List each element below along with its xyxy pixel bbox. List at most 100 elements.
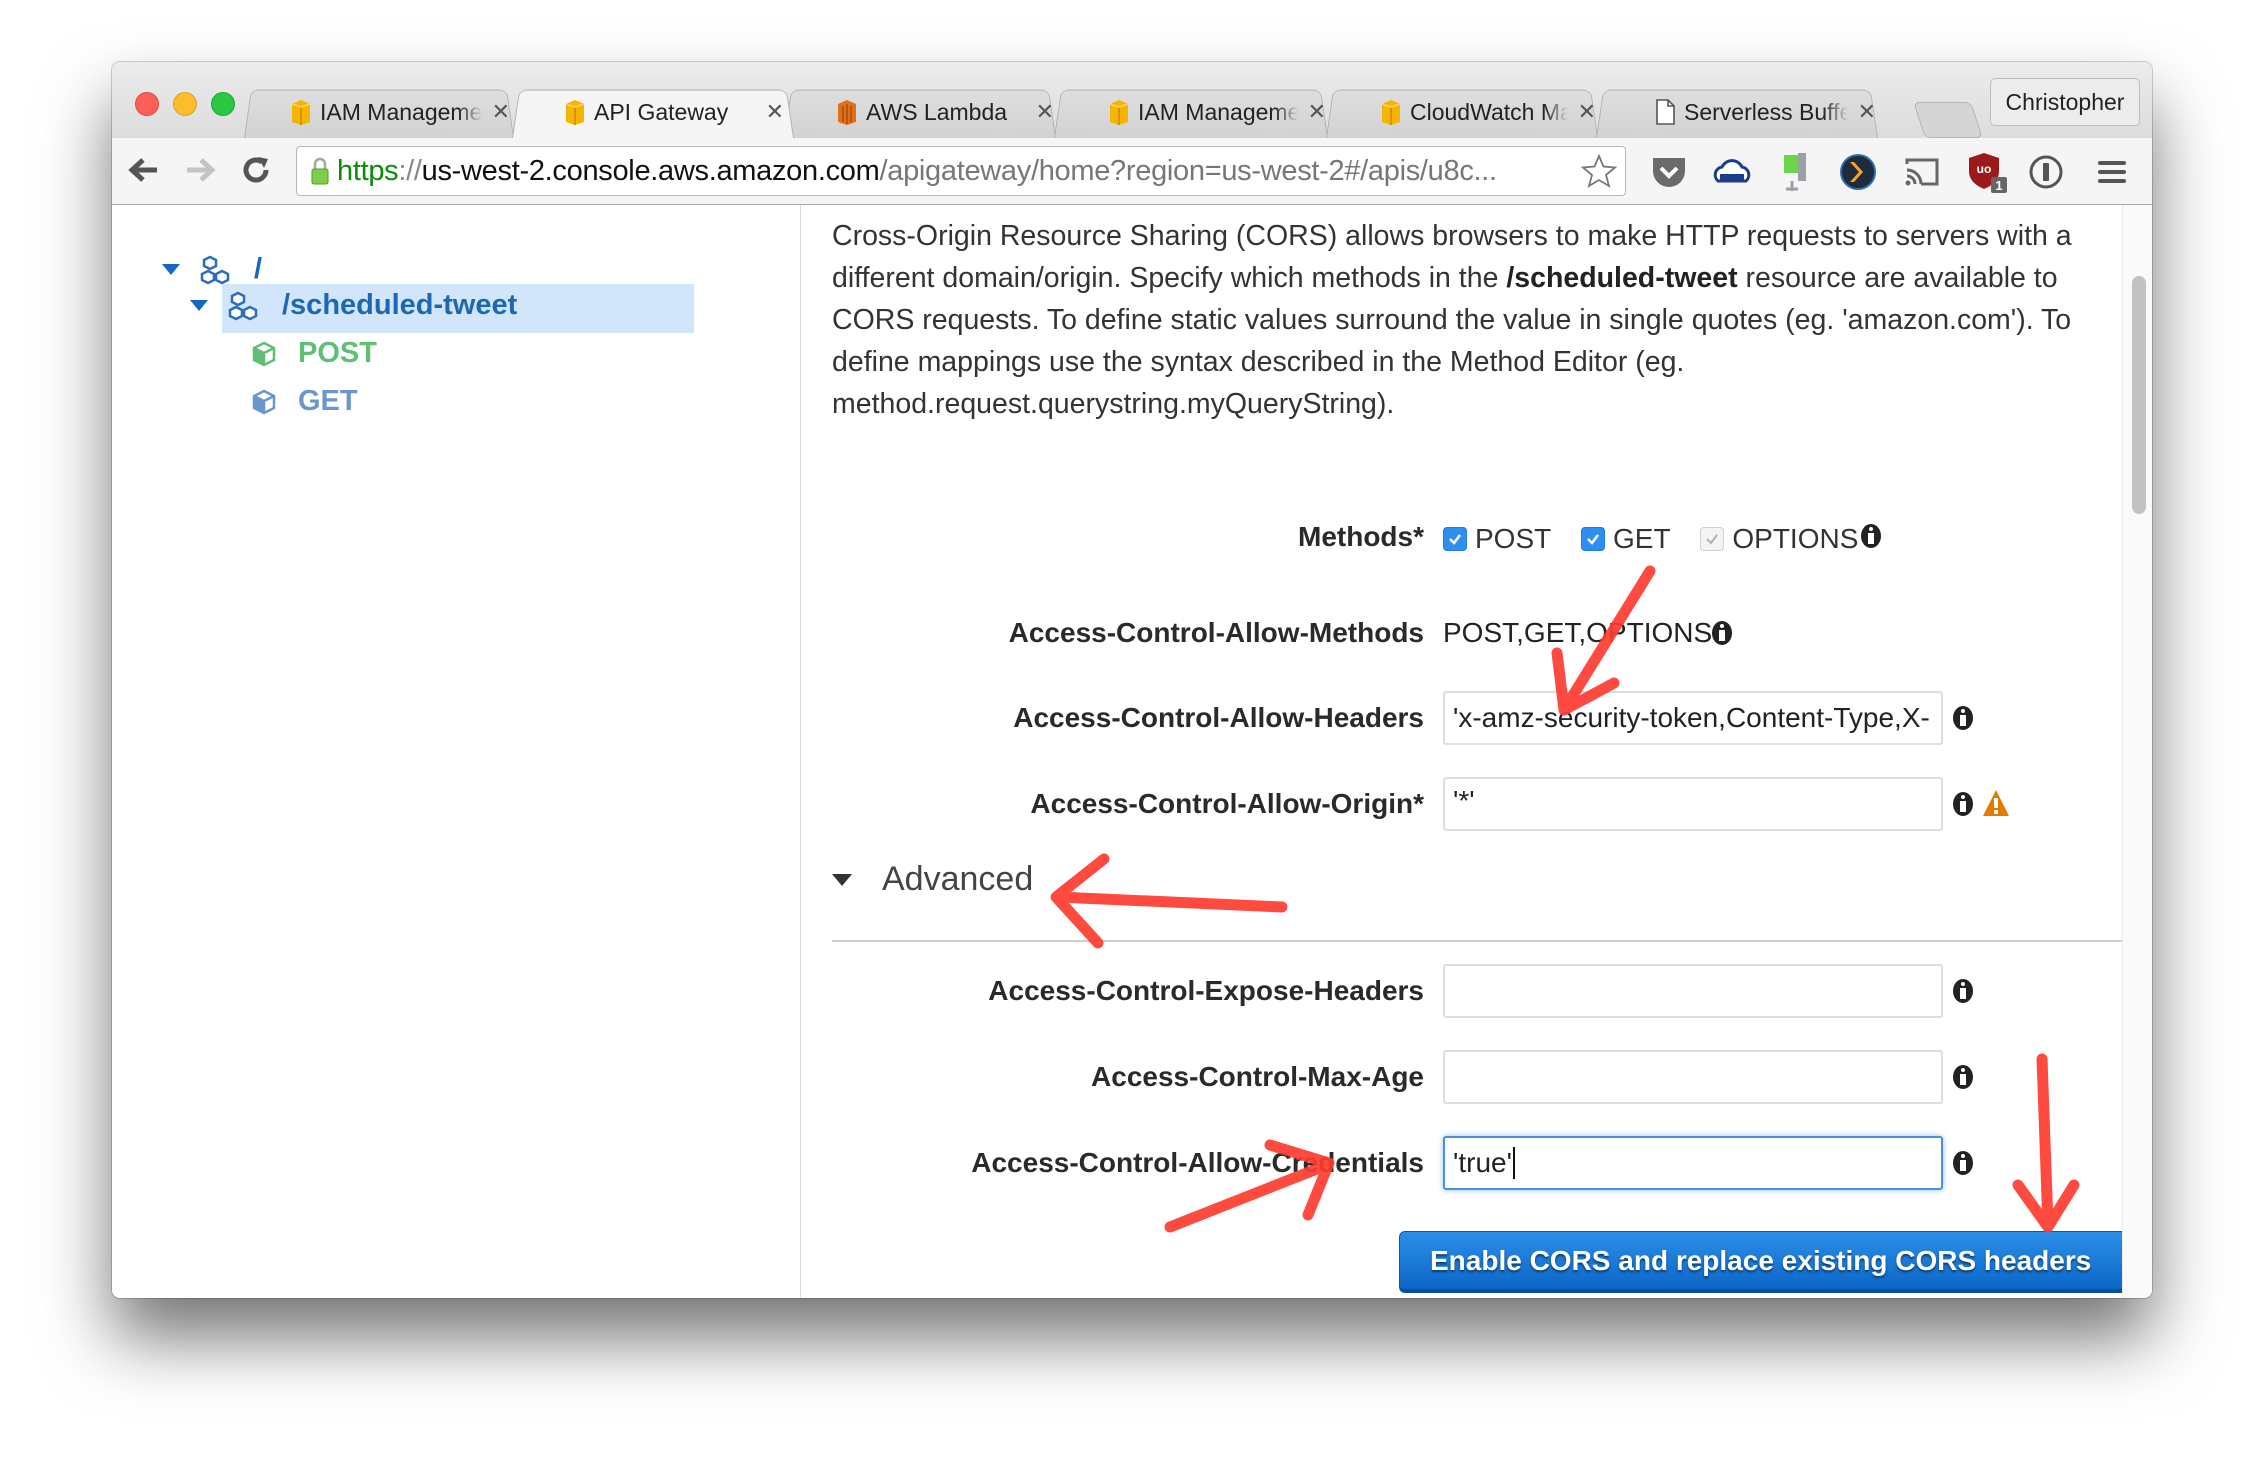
method-label: GET — [1613, 523, 1671, 554]
tab-api-gateway[interactable]: API Gateway ✕ — [564, 86, 784, 138]
tab-serverless-buffer[interactable]: Serverless Buffer ✕ — [1654, 86, 1876, 138]
divider — [832, 940, 2122, 942]
input-value: 'true' — [1453, 1147, 1512, 1178]
tab-aws-lambda[interactable]: AWS Lambda ✕ — [836, 86, 1054, 138]
expose-headers-input[interactable] — [1443, 964, 1943, 1018]
caret-down-icon[interactable] — [190, 300, 208, 311]
cors-form: Cross-Origin Resource Sharing (CORS) all… — [802, 205, 2137, 1298]
allow-methods-label: Access-Control-Allow-Methods — [1008, 617, 1424, 648]
tree-item-label: / — [254, 253, 263, 285]
text-cursor — [1512, 1147, 1515, 1179]
cast-extension[interactable] — [1902, 152, 1942, 192]
new-tab-button[interactable] — [1913, 102, 1983, 138]
maximize-window-button[interactable] — [211, 92, 235, 116]
vertical-scrollbar[interactable] — [2122, 205, 2152, 1298]
caret-down-icon[interactable] — [162, 264, 180, 275]
info-icon[interactable] — [1952, 790, 1974, 818]
plex-icon — [1840, 154, 1876, 190]
tree-item-root[interactable]: / — [162, 253, 262, 286]
advanced-toggle[interactable]: Advanced — [832, 860, 1033, 899]
info-icon[interactable] — [1860, 522, 1882, 550]
arrow-left-icon — [128, 158, 157, 182]
browser-window: IAM Management Console ✕ API Gateway ✕ A… — [112, 62, 2152, 1298]
checkmark-icon — [1587, 533, 1600, 545]
tree-item-scheduled-tweet[interactable]: /scheduled-tweet — [190, 289, 517, 322]
tab-cloudwatch[interactable]: CloudWatch Management Console ✕ — [1380, 86, 1596, 138]
address-bar[interactable]: https://us-west-2.console.aws.amazon.com… — [296, 146, 1626, 196]
vise-extension[interactable] — [1774, 152, 1814, 192]
back-button[interactable] — [126, 152, 162, 188]
forward-button[interactable] — [182, 152, 218, 188]
tab-label: IAM Management Console — [1138, 98, 1298, 125]
resource-tree: / /scheduled-tweet POST GET — [112, 205, 801, 1298]
tree-item-label: GET — [298, 385, 358, 417]
checkbox-checked[interactable] — [1443, 526, 1467, 551]
methods-checkboxes: POST GET OPTIONS — [1443, 523, 1880, 555]
plex-extension[interactable] — [1838, 152, 1878, 192]
aws-cube-icon — [1381, 100, 1401, 125]
description-resource: /scheduled-tweet — [1506, 262, 1738, 294]
checkmark-icon — [1449, 533, 1461, 545]
scrollbar-thumb[interactable] — [2132, 276, 2146, 514]
tab-close-icon[interactable]: ✕ — [492, 100, 510, 125]
max-age-input[interactable] — [1443, 1050, 1943, 1104]
tab-iam-1[interactable]: IAM Management Console ✕ — [290, 86, 510, 138]
document-icon — [1656, 99, 1675, 125]
allow-credentials-label: Access-Control-Allow-Credentials — [971, 1147, 1424, 1178]
allow-headers-input[interactable]: 'x-amz-security-token,Content-Type,X- — [1443, 691, 1943, 745]
tab-label: API Gateway — [594, 98, 729, 125]
tree-item-post[interactable]: POST — [252, 337, 377, 370]
ublock-badge: 1 — [1995, 178, 2002, 193]
cloud-print-extension[interactable] — [1712, 152, 1752, 192]
url-scheme: https — [337, 154, 399, 187]
tab-close-icon[interactable]: ✕ — [1308, 100, 1326, 125]
allow-origin-input[interactable]: '*' — [1443, 777, 1943, 831]
chrome-menu-button[interactable] — [2092, 152, 2132, 192]
pocket-extension[interactable] — [1649, 152, 1689, 192]
tab-close-icon[interactable]: ✕ — [1036, 100, 1054, 125]
info-icon[interactable] — [1711, 619, 1733, 647]
aws-cube-icon — [565, 100, 585, 125]
tab-iam-2[interactable]: IAM Management Console ✕ — [1108, 86, 1326, 138]
1password-icon — [2029, 155, 2063, 189]
close-window-button[interactable] — [135, 92, 159, 116]
tree-item-get[interactable]: GET — [252, 385, 358, 418]
method-post-checkbox[interactable]: POST — [1443, 523, 1551, 554]
tab-label: Serverless Buffer — [1684, 98, 1848, 125]
tab-close-icon[interactable]: ✕ — [1578, 100, 1596, 125]
allow-credentials-input[interactable]: 'true' — [1443, 1136, 1943, 1190]
profile-button[interactable]: Christopher — [1990, 78, 2140, 126]
checkbox-checked[interactable] — [1581, 526, 1606, 551]
tab-label: CloudWatch Management Console — [1410, 98, 1568, 125]
advanced-label: Advanced — [882, 860, 1034, 898]
enable-cors-button[interactable]: Enable CORS and replace existing CORS he… — [1399, 1231, 2127, 1293]
method-get-checkbox[interactable]: GET — [1581, 523, 1671, 554]
method-cube-icon — [252, 341, 276, 366]
info-icon[interactable] — [1952, 977, 1974, 1005]
info-icon[interactable] — [1952, 1149, 1974, 1177]
method-cube-icon — [252, 389, 276, 414]
aws-cube-icon — [1109, 100, 1129, 125]
minimize-window-button[interactable] — [173, 92, 197, 116]
allow-headers-label: Access-Control-Allow-Headers — [1013, 702, 1424, 733]
allow-methods-value: POST,GET,OPTIONS — [1443, 617, 1713, 648]
aws-cube-icon — [291, 100, 311, 125]
resource-cubes-icon — [228, 291, 258, 320]
info-icon[interactable] — [1952, 704, 1974, 732]
method-label: OPTIONS — [1732, 523, 1859, 554]
ublock-extension[interactable]: uo 1 — [1967, 152, 2007, 193]
url-text: https://us-west-2.console.aws.amazon.com… — [337, 155, 1497, 188]
resource-cubes-icon — [200, 255, 230, 284]
ublock-icon: uo1 — [1969, 153, 2007, 193]
tab-label: IAM Management Console — [320, 98, 482, 125]
info-icon[interactable] — [1952, 1063, 1974, 1091]
bookmark-star-icon[interactable] — [1581, 153, 1617, 189]
tab-close-icon[interactable]: ✕ — [766, 100, 784, 125]
warning-icon[interactable] — [1982, 788, 2010, 818]
vise-clamp-icon — [1784, 153, 1806, 191]
cors-description: Cross-Origin Resource Sharing (CORS) all… — [832, 215, 2142, 425]
tab-close-icon[interactable]: ✕ — [1858, 100, 1876, 125]
reload-button[interactable] — [238, 152, 274, 188]
reload-icon — [243, 157, 269, 183]
1password-extension[interactable] — [2026, 152, 2066, 192]
